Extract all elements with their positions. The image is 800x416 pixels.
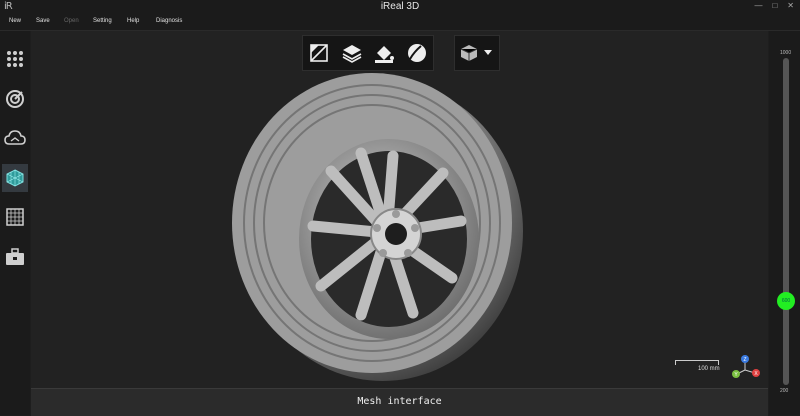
menu-open[interactable]: Open <box>64 18 79 24</box>
view-toolbar <box>302 35 434 71</box>
slider-min-label: 200 <box>780 388 789 394</box>
status-text: Mesh interface <box>357 396 442 407</box>
minimize-button[interactable]: — <box>754 1 762 10</box>
app-title: iReal 3D <box>380 1 420 12</box>
scale-label: 100 mm <box>698 366 720 372</box>
view-mode-dropdown[interactable] <box>454 35 500 71</box>
title-bar: iR iReal 3D — □ ✕ <box>0 0 800 15</box>
paint-bucket-icon <box>375 46 395 63</box>
scale-bar <box>675 360 719 365</box>
3d-viewport[interactable] <box>31 31 768 388</box>
layers-button[interactable] <box>338 40 367 66</box>
menu-setting[interactable]: Setting <box>93 18 112 24</box>
menu-save[interactable]: Save <box>36 18 50 24</box>
sphere-shading-icon <box>407 44 426 62</box>
mesh-cube-icon <box>460 45 478 61</box>
depth-slider-track[interactable] <box>783 58 789 385</box>
status-bar: Mesh interface <box>31 388 768 416</box>
menu-bar: New Save Open Setting Help Diagnosis <box>0 15 800 31</box>
slider-value: 600 <box>781 298 791 304</box>
toolbox-icon <box>6 248 24 265</box>
left-sidebar <box>0 31 30 415</box>
close-button[interactable]: ✕ <box>787 1 794 10</box>
tire-model[interactable] <box>31 31 768 388</box>
point-grid-icon <box>7 51 23 67</box>
sidebar-toolbox[interactable] <box>2 243 28 271</box>
maximize-button[interactable]: □ <box>772 1 777 10</box>
depth-slider-thumb[interactable]: 600 <box>777 292 795 310</box>
sidebar-scan[interactable] <box>2 85 28 113</box>
sidebar-cloud[interactable] <box>2 124 28 152</box>
axis-z-label: Z <box>743 357 746 363</box>
paint-bucket-button[interactable] <box>370 40 399 66</box>
chevron-down-icon <box>484 50 492 55</box>
menu-help[interactable]: Help <box>127 18 139 24</box>
axis-gizmo: Z Y X <box>728 352 764 382</box>
slider-max-label: 1000 <box>780 50 792 56</box>
sidebar-grid[interactable] <box>2 203 28 231</box>
scan-target-icon <box>6 90 24 108</box>
mesh-edit-icon <box>310 44 329 62</box>
mesh-cube-icon <box>6 169 24 187</box>
sidebar-point-grid[interactable] <box>2 45 28 73</box>
menu-new[interactable]: New <box>9 18 21 24</box>
cloud-icon <box>4 130 26 145</box>
sidebar-mesh[interactable] <box>2 164 28 192</box>
grid-icon <box>6 208 24 226</box>
shading-button[interactable] <box>403 40 432 66</box>
mesh-edit-button[interactable] <box>305 40 334 66</box>
menu-diagnosis[interactable]: Diagnosis <box>156 18 182 24</box>
layers-icon <box>342 45 362 63</box>
